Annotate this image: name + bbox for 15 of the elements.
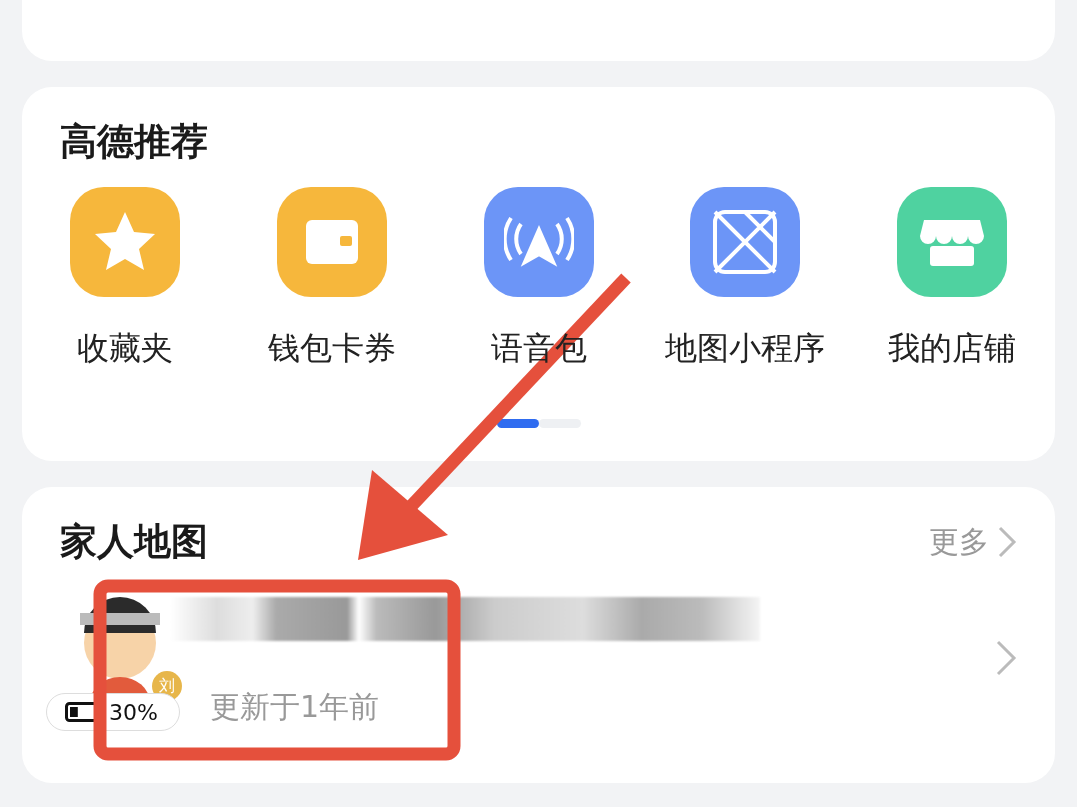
battery-reading: 30% (109, 699, 158, 725)
shortcut-label[interactable]: 地图小程序 (665, 327, 826, 371)
shop-icon[interactable] (897, 187, 1007, 297)
chevron-icon[interactable] (995, 639, 1017, 677)
shortcut-label[interactable]: 钱包卡券 (267, 327, 396, 371)
voice-icon[interactable] (483, 187, 594, 297)
app-icon[interactable] (690, 187, 801, 297)
wallet-icon[interactable] (276, 187, 387, 297)
section-title: 家人地图 (60, 519, 208, 565)
star-icon[interactable] (70, 187, 180, 297)
shortcut-label[interactable]: 收藏夹 (77, 327, 173, 371)
chevron-icon (997, 525, 1017, 559)
update-time: 更新于1年前 (210, 688, 381, 726)
shortcut-label[interactable]: 我的店铺 (888, 327, 1016, 371)
section-title: 高德推荐 (60, 119, 209, 165)
